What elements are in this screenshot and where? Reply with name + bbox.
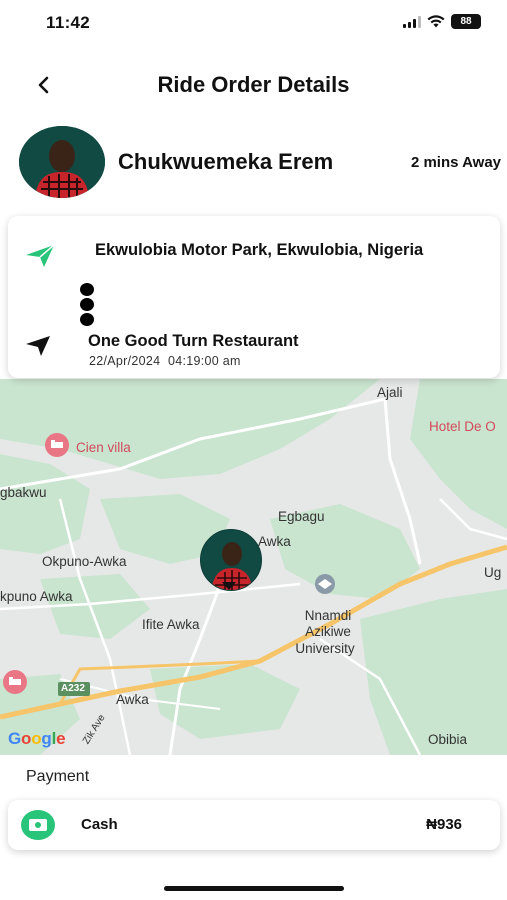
pickup-location: Ekwulobia Motor Park, Ekwulobia, Nigeria xyxy=(95,241,424,259)
map-marker-tip xyxy=(222,582,236,590)
driver-name: Chukwuemeka Erem xyxy=(118,149,334,174)
battery-icon: 88 xyxy=(451,14,481,29)
map-label-obibia: Obibia xyxy=(428,732,468,747)
payment-section-label: Payment xyxy=(26,768,90,785)
cellular-signal-icon xyxy=(403,15,421,28)
map-label-gbakwu: gbakwu xyxy=(0,485,47,500)
map-label-ug: Ug xyxy=(484,565,502,580)
route-card: Ekwulobia Motor Park, Ekwulobia, Nigeria… xyxy=(8,216,500,378)
dropoff-location: One Good Turn Restaurant xyxy=(88,332,299,350)
map-view[interactable]: Ajali Hotel De O Cien villa gbakwu Egbag… xyxy=(0,379,507,755)
trip-date: 22/Apr/2024 xyxy=(89,354,161,368)
hotel-icon[interactable] xyxy=(44,432,70,458)
map-label-awka: Awka xyxy=(116,692,149,707)
payment-method-card[interactable]: Cash ₦936 xyxy=(8,800,500,850)
navigation-arrow-icon xyxy=(26,336,50,356)
hotel-icon[interactable] xyxy=(2,669,28,695)
route-dots xyxy=(80,283,94,328)
header: Ride Order Details xyxy=(0,60,507,110)
driver-info: Chukwuemeka Erem 2 mins Away xyxy=(19,126,505,200)
map-label-ifite-awka: Ifite Awka xyxy=(142,617,200,632)
map-label-kpuno-awka: kpuno Awka xyxy=(0,589,73,604)
cash-icon xyxy=(21,810,55,840)
driver-avatar xyxy=(19,126,105,198)
map-label-a232: A232 xyxy=(61,683,85,694)
trip-time: 04:19:00 am xyxy=(167,354,241,368)
page-title: Ride Order Details xyxy=(157,72,350,97)
wifi-icon xyxy=(427,15,445,28)
google-logo: Google xyxy=(8,729,66,748)
home-indicator[interactable] xyxy=(164,886,344,891)
payment-amount: ₦936 xyxy=(426,816,462,833)
map-label-hotel[interactable]: Hotel De O xyxy=(429,419,496,434)
map-label-university: University xyxy=(295,641,355,656)
send-icon xyxy=(26,244,55,267)
map-label-cien-villa[interactable]: Cien villa xyxy=(76,440,131,455)
driver-eta: 2 mins Away xyxy=(410,154,501,171)
status-icons: 88 xyxy=(403,14,481,29)
map-label-azikiwe: Azikiwe xyxy=(305,624,351,639)
payment-method-label: Cash xyxy=(81,816,118,833)
map-label-nnamdi: Nnamdi xyxy=(304,608,352,623)
status-time: 11:42 xyxy=(46,13,91,32)
map-label-ajali: Ajali xyxy=(377,385,403,400)
map-label-okpuno-awka: Okpuno-Awka xyxy=(42,554,127,569)
status-bar: 11:42 88 xyxy=(0,0,507,46)
map-label-egbagu: Egbagu xyxy=(278,509,325,524)
map-label-awka-pin: Awka xyxy=(258,534,291,549)
trip-datetime: 22/Apr/2024 04:19:00 am xyxy=(89,354,241,368)
